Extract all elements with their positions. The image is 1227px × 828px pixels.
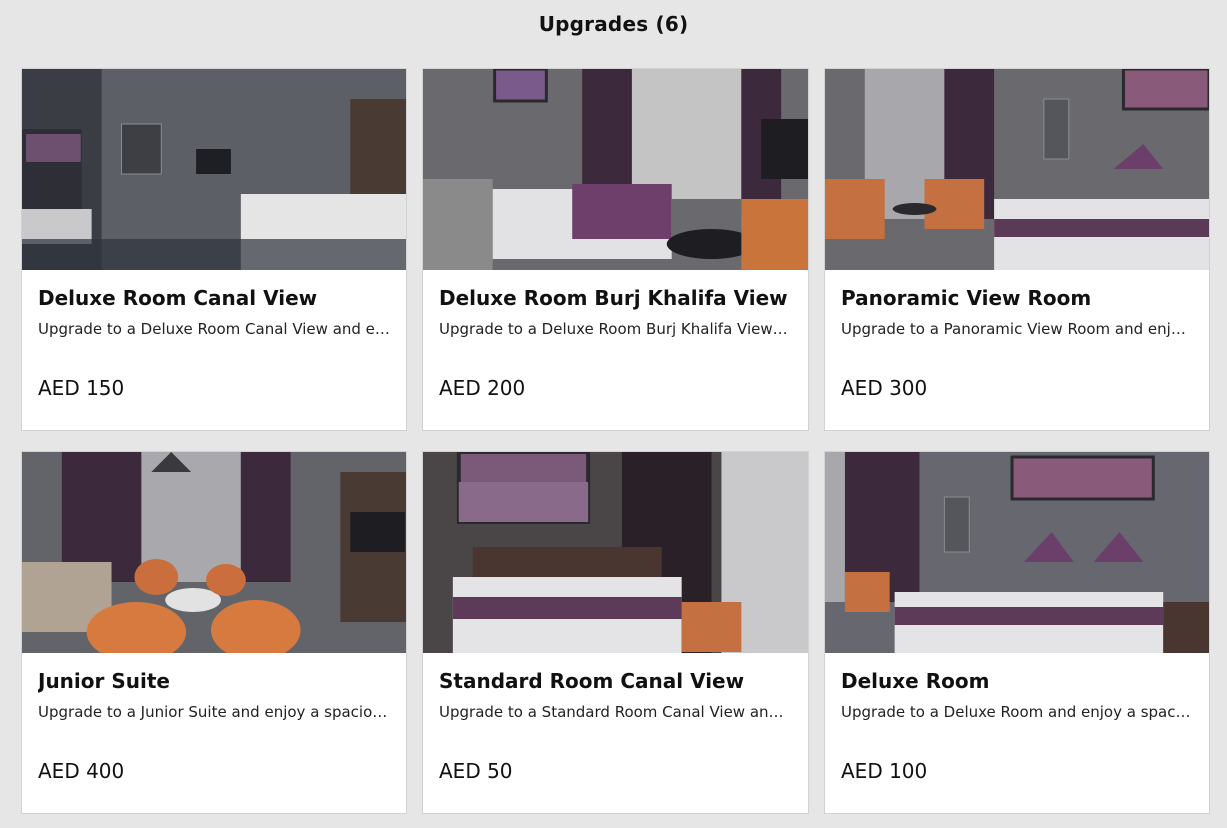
- room-price: AED 200: [439, 376, 526, 400]
- upgrade-card[interactable]: Deluxe Room Burj Khalifa View Upgrade to…: [422, 68, 809, 431]
- room-photo: [825, 452, 1209, 653]
- room-description: Upgrade to a Panoramic View Room and enj…: [841, 320, 1193, 338]
- upgrade-card[interactable]: Standard Room Canal View Upgrade to a St…: [422, 451, 809, 814]
- room-name: Deluxe Room: [841, 669, 990, 693]
- room-description: Upgrade to a Deluxe Room Canal View and …: [38, 320, 390, 338]
- room-photo: [423, 69, 808, 270]
- room-price: AED 50: [439, 759, 513, 783]
- room-name: Standard Room Canal View: [439, 669, 745, 693]
- room-description: Upgrade to a Standard Room Canal View an…: [439, 703, 792, 721]
- upgrade-card[interactable]: Deluxe Room Upgrade to a Deluxe Room and…: [824, 451, 1210, 814]
- room-price: AED 100: [841, 759, 928, 783]
- room-description: Upgrade to a Junior Suite and enjoy a sp…: [38, 703, 390, 721]
- room-photo: [825, 69, 1209, 270]
- room-name: Deluxe Room Burj Khalifa View: [439, 286, 788, 310]
- upgrades-grid: Deluxe Room Canal View Upgrade to a Delu…: [21, 68, 1210, 814]
- room-name: Junior Suite: [38, 669, 170, 693]
- page-title: Upgrades (6): [538, 12, 689, 36]
- room-photo: [423, 452, 808, 653]
- room-price: AED 400: [38, 759, 125, 783]
- upgrade-card[interactable]: Junior Suite Upgrade to a Junior Suite a…: [21, 451, 407, 814]
- room-description: Upgrade to a Deluxe Room and enjoy a spa…: [841, 703, 1193, 721]
- room-photo: [22, 452, 406, 653]
- room-description: Upgrade to a Deluxe Room Burj Khalifa Vi…: [439, 320, 792, 338]
- room-photo: [22, 69, 406, 270]
- room-name: Panoramic View Room: [841, 286, 1092, 310]
- upgrade-card[interactable]: Deluxe Room Canal View Upgrade to a Delu…: [21, 68, 407, 431]
- room-name: Deluxe Room Canal View: [38, 286, 318, 310]
- room-price: AED 300: [841, 376, 928, 400]
- room-price: AED 150: [38, 376, 125, 400]
- upgrade-card[interactable]: Panoramic View Room Upgrade to a Panoram…: [824, 68, 1210, 431]
